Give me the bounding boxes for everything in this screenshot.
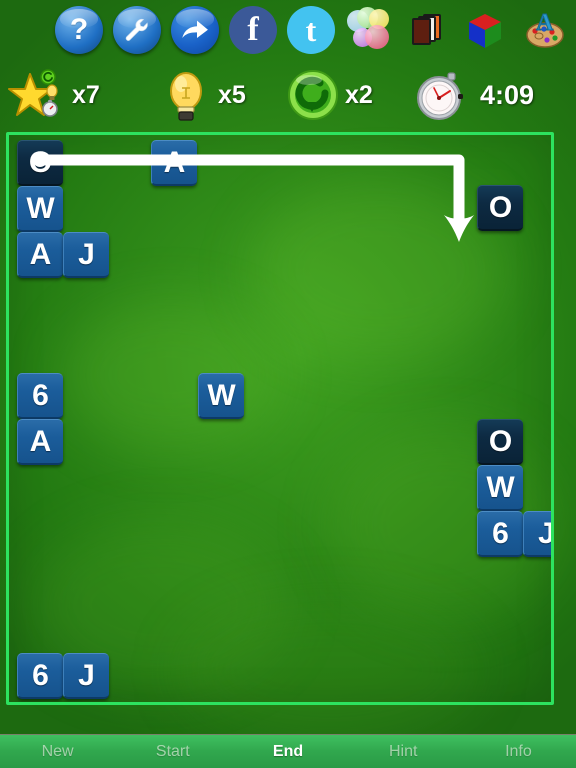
timer-stat: 4:09 [412, 67, 534, 123]
card-front [412, 18, 431, 45]
move-arrow-indicator [33, 153, 474, 242]
svg-text:A: A [536, 10, 554, 36]
top-toolbar: ? f t A [0, 0, 576, 60]
undo-refresh-icon [288, 70, 338, 120]
cube-glyph [469, 14, 501, 48]
timer-value: 4:09 [480, 79, 535, 110]
letter-tile[interactable]: J [63, 232, 109, 278]
letter-tile[interactable]: W [477, 465, 523, 511]
tab-end[interactable]: End [230, 743, 345, 761]
facebook-icon[interactable]: f [229, 6, 277, 54]
twitter-icon[interactable]: t [287, 6, 335, 54]
arrow-head [444, 215, 474, 242]
cube-icon[interactable] [461, 6, 509, 54]
settings-wrench-icon[interactable] [113, 6, 161, 54]
star-icon [8, 69, 58, 117]
letter-tile[interactable]: J [63, 653, 109, 699]
letter-tile[interactable]: 6 [17, 373, 63, 419]
bottom-tabbar: New Start End Hint Info [0, 734, 576, 768]
curved-arrow-glyph [182, 20, 208, 38]
arrow-line [34, 154, 465, 225]
tab-hint[interactable]: Hint [346, 743, 461, 761]
palette-icon[interactable]: A [519, 6, 567, 54]
facebook-f-glyph: f [247, 10, 259, 48]
help-question-mark: ? [69, 13, 89, 46]
game-board[interactable]: OAOWAJ6WAOW6J6J [6, 132, 554, 705]
wrench-glyph [125, 18, 148, 41]
stopwatch-icon [417, 72, 463, 120]
twitter-t-glyph: t [305, 12, 317, 48]
bubbles-icon[interactable] [345, 6, 393, 54]
cards-icon[interactable] [403, 6, 451, 54]
stats-row: x7 x5 x2 4:09 [0, 60, 576, 128]
tab-start[interactable]: Start [115, 743, 230, 761]
letter-tile[interactable]: J [523, 511, 551, 557]
letter-tile[interactable]: 6 [477, 511, 523, 557]
lightbulb-icon [170, 72, 202, 121]
bubble-pink [365, 25, 389, 49]
tab-new[interactable]: New [0, 743, 115, 761]
letter-tile[interactable]: O [477, 185, 523, 231]
undo-stat[interactable]: x2 [287, 69, 373, 121]
letter-tile[interactable]: W [17, 186, 63, 232]
letter-tile[interactable]: 6 [17, 653, 63, 699]
letter-tile[interactable]: O [17, 140, 63, 186]
bulb-stat[interactable]: x5 [160, 68, 246, 122]
undo-multiplier: x2 [345, 80, 373, 109]
letter-tile[interactable]: A [17, 232, 63, 278]
bulb-multiplier: x5 [218, 80, 246, 109]
letter-tile[interactable]: O [477, 419, 523, 465]
letter-tile[interactable]: A [17, 419, 63, 465]
tab-info[interactable]: Info [461, 743, 576, 761]
letter-tile[interactable]: A [151, 140, 197, 186]
palette-glyph: A [526, 10, 564, 48]
help-icon[interactable]: ? [55, 6, 103, 54]
letter-tile[interactable]: W [198, 373, 244, 419]
move-arrow-path [33, 153, 474, 242]
star-stat[interactable]: x7 [8, 68, 100, 122]
share-arrow-icon[interactable] [171, 6, 219, 54]
star-multiplier: x7 [72, 80, 100, 109]
